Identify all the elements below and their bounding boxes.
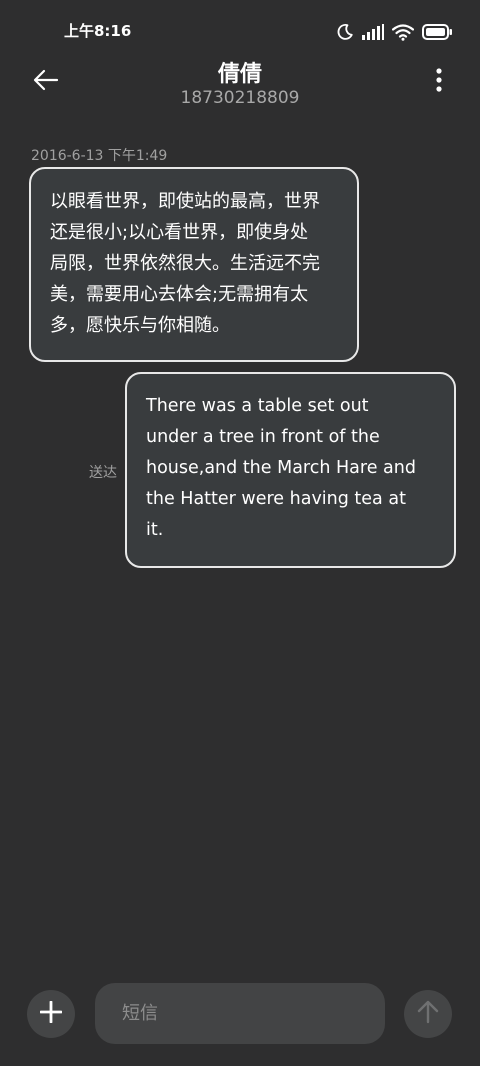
send-arrow-icon: [417, 1000, 439, 1028]
message-line: it.: [146, 520, 164, 540]
wifi-icon: [392, 23, 414, 41]
delivery-status: 送达: [89, 465, 117, 481]
status-bar: 上午8:16: [0, 0, 480, 62]
message-line: There was a table set out: [146, 396, 369, 416]
contact-number: 18730218809: [180, 88, 300, 108]
plus-icon: [39, 1000, 63, 1027]
message-line: 还是很小;以心看世界，即使身处: [50, 222, 309, 243]
add-attachment-button[interactable]: [27, 990, 75, 1038]
message-line: 以眼看世界，即使站的最高，世界: [50, 191, 320, 212]
message-line: the Hatter were having tea at: [146, 489, 406, 509]
message-line: under a tree in front of the: [146, 427, 380, 447]
message-timestamp: 2016-6-13 下午1:49: [31, 148, 168, 164]
incoming-message-bubble[interactable]: 以眼看世界，即使站的最高，世界 还是很小;以心看世界，即使身处 局限，世界依然很…: [29, 167, 359, 362]
message-line: house,and the March Hare and: [146, 458, 416, 478]
sms-input-container: [95, 983, 385, 1044]
status-icons: [336, 20, 452, 44]
more-options-button[interactable]: [428, 66, 450, 98]
send-button[interactable]: [404, 990, 452, 1038]
status-time: 上午8:16: [64, 22, 132, 40]
sms-input[interactable]: [95, 983, 385, 1044]
messaging-screen: 上午8:16 倩倩 18730218809 2016-6-13 下午1:49 以…: [0, 0, 480, 1066]
contact-name: 倩倩: [217, 62, 262, 87]
message-line: 多，愿快乐与你相随。: [50, 315, 230, 336]
battery-icon: [422, 24, 452, 40]
signal-icon: [362, 24, 384, 40]
moon-icon: [336, 23, 354, 41]
message-line: 局限，世界依然很大。生活远不完: [50, 253, 320, 274]
outgoing-message-bubble[interactable]: There was a table set out under a tree i…: [125, 372, 456, 568]
message-line: 美，需要用心去体会;无需拥有太: [50, 284, 309, 305]
more-vertical-icon: [436, 68, 442, 96]
